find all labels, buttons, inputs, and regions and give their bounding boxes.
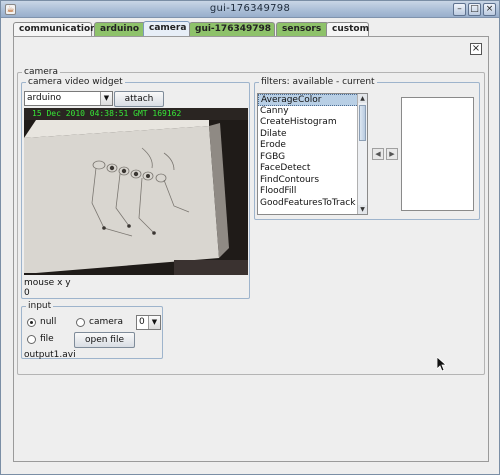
chevron-down-icon[interactable]: ▼	[100, 92, 112, 105]
list-item[interactable]: Canny	[258, 106, 367, 118]
list-item[interactable]: FaceDetect	[258, 163, 367, 175]
open-file-button[interactable]: open file	[74, 332, 135, 348]
attach-button[interactable]: attach	[114, 91, 164, 107]
tab-camera[interactable]: camera	[143, 21, 190, 36]
tab-gui[interactable]: gui-176349798	[189, 22, 275, 36]
scroll-up-icon[interactable]: ▲	[358, 94, 367, 103]
file-name-label: output1.avi	[24, 350, 76, 360]
null-radio-label: null	[40, 317, 57, 327]
close-panel-icon[interactable]: ×	[470, 43, 482, 55]
input-legend: input	[28, 301, 52, 311]
camera-index-value: 0	[139, 317, 145, 327]
video-widget-legend: camera video widget	[28, 77, 123, 87]
scroll-down-icon[interactable]: ▼	[358, 205, 367, 214]
mouse-xy-value: 0	[24, 288, 30, 298]
video-source-select[interactable]: arduino ▼	[24, 91, 113, 106]
list-item[interactable]: FindContours	[258, 175, 367, 187]
null-radio[interactable]	[27, 318, 36, 327]
camera-panel-title: camera	[24, 67, 58, 77]
move-left-icon[interactable]: ◀	[372, 148, 384, 160]
minimize-icon[interactable]: –	[453, 3, 466, 16]
list-item[interactable]: GoodFeaturesToTrack	[258, 198, 367, 210]
filters-scrollbar[interactable]: ▲ ▼	[357, 94, 367, 214]
list-item[interactable]: Dilate	[258, 129, 367, 141]
camera-index-select[interactable]: 0 ▼	[136, 315, 161, 330]
title-bar[interactable]: ☕ gui-176349798 – □ ×	[1, 1, 499, 18]
tab-sensors[interactable]: sensors	[276, 22, 329, 36]
mouse-xy-label: mouse x y	[24, 278, 71, 288]
filters-legend: filters: available - current	[261, 77, 375, 87]
tab-custom[interactable]: custom	[326, 22, 369, 36]
move-right-icon[interactable]: ▶	[386, 148, 398, 160]
file-radio-label: file	[40, 334, 54, 344]
camera-radio[interactable]	[76, 318, 85, 327]
window-title: gui-176349798	[209, 3, 291, 14]
scrollbar-thumb[interactable]	[359, 105, 366, 141]
current-filters-list[interactable]	[401, 97, 474, 211]
list-item[interactable]: AverageColor	[258, 94, 367, 106]
camera-video-frame[interactable]: 15 Dec 2010 04:38:51 GMT 169162	[24, 108, 248, 275]
file-radio[interactable]	[27, 335, 36, 344]
video-timestamp: 15 Dec 2010 04:38:51 GMT 169162	[32, 109, 182, 118]
camera-radio-label: camera	[89, 317, 123, 327]
maximize-icon[interactable]: □	[468, 3, 481, 16]
tab-communication[interactable]: communication	[13, 22, 97, 36]
available-filters-list[interactable]: AverageColor Canny CreateHistogram Dilat…	[257, 93, 368, 215]
list-item[interactable]: Erode	[258, 140, 367, 152]
chevron-down-icon[interactable]: ▼	[148, 316, 160, 329]
list-item[interactable]: CreateHistogram	[258, 117, 367, 129]
camera-image	[24, 108, 248, 275]
application-window: ☕ gui-176349798 – □ × communication ardu…	[0, 0, 500, 475]
list-item[interactable]: FGBG	[258, 152, 367, 164]
video-source-value: arduino	[27, 93, 62, 103]
close-icon[interactable]: ×	[483, 3, 496, 16]
list-item[interactable]: FloodFill	[258, 186, 367, 198]
